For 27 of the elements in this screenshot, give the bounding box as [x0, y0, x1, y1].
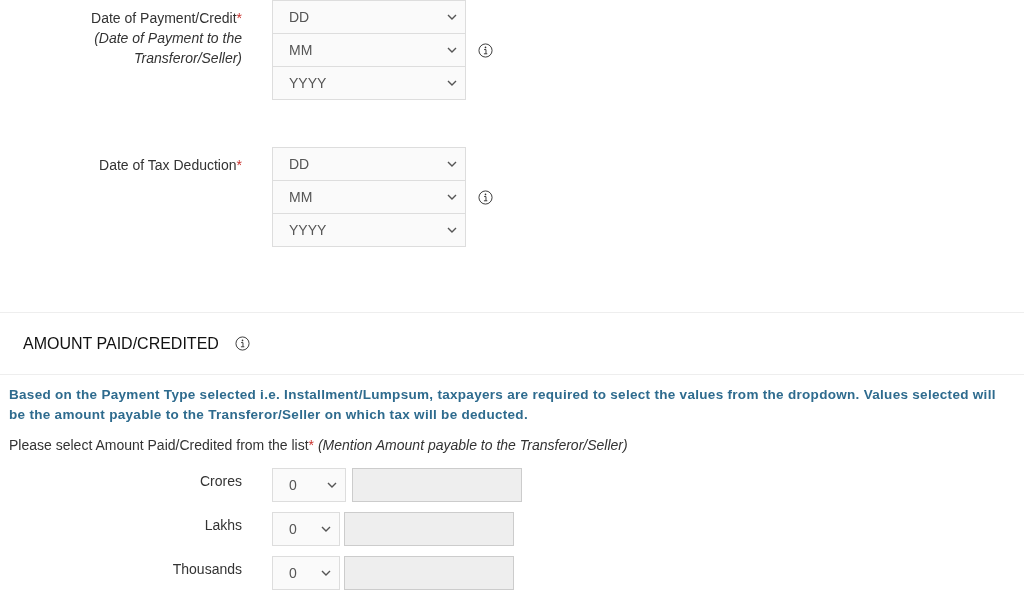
amount-label: Thousands — [171, 560, 242, 577]
date-dropdown[interactable]: MM — [272, 180, 466, 214]
info-icon[interactable] — [234, 336, 250, 351]
date-dropdown[interactable]: DD — [272, 147, 466, 181]
chevron-icon — [447, 194, 457, 200]
date-dropdown[interactable]: MM — [272, 33, 466, 67]
date-dropdown[interactable]: DD — [272, 0, 466, 34]
info-icon[interactable] — [478, 42, 493, 58]
chevron-icon — [327, 482, 337, 488]
date-dropdown[interactable]: YYYY — [272, 213, 466, 247]
chevron-icon — [447, 227, 457, 233]
info-text: Based on the Payment Type selected i.e. Installment/Lumpsum, taxpayers are required to select the values from the dropdown. Values selected will be the amount payable to the Transferor/Seller on which tax will be deducted. — [9, 386, 997, 424]
chevron-icon — [321, 570, 331, 576]
chevron-icon — [447, 14, 457, 20]
amount-label: Lakhs — [203, 516, 242, 533]
section-heading: AMOUNT PAID/CREDITED — [23, 334, 219, 353]
chevron-icon — [447, 47, 457, 53]
prompt-text: Please select Amount Paid/Credited from the list* (Mention Amount payable to the Transferor/Seller) — [9, 436, 629, 455]
info-icon[interactable] — [478, 189, 493, 205]
chevron-icon — [321, 526, 331, 532]
field-label: Date of Payment/Credit* — [91, 9, 242, 28]
field-label: Date of Tax Deduction* — [99, 156, 242, 175]
field-note: (Date of Payment to the Transferor/Seller) — [93, 29, 242, 68]
amount-label: Crores — [199, 472, 242, 489]
chevron-icon — [447, 80, 457, 86]
date-dropdown[interactable]: YYYY — [272, 66, 466, 100]
chevron-icon — [447, 161, 457, 167]
